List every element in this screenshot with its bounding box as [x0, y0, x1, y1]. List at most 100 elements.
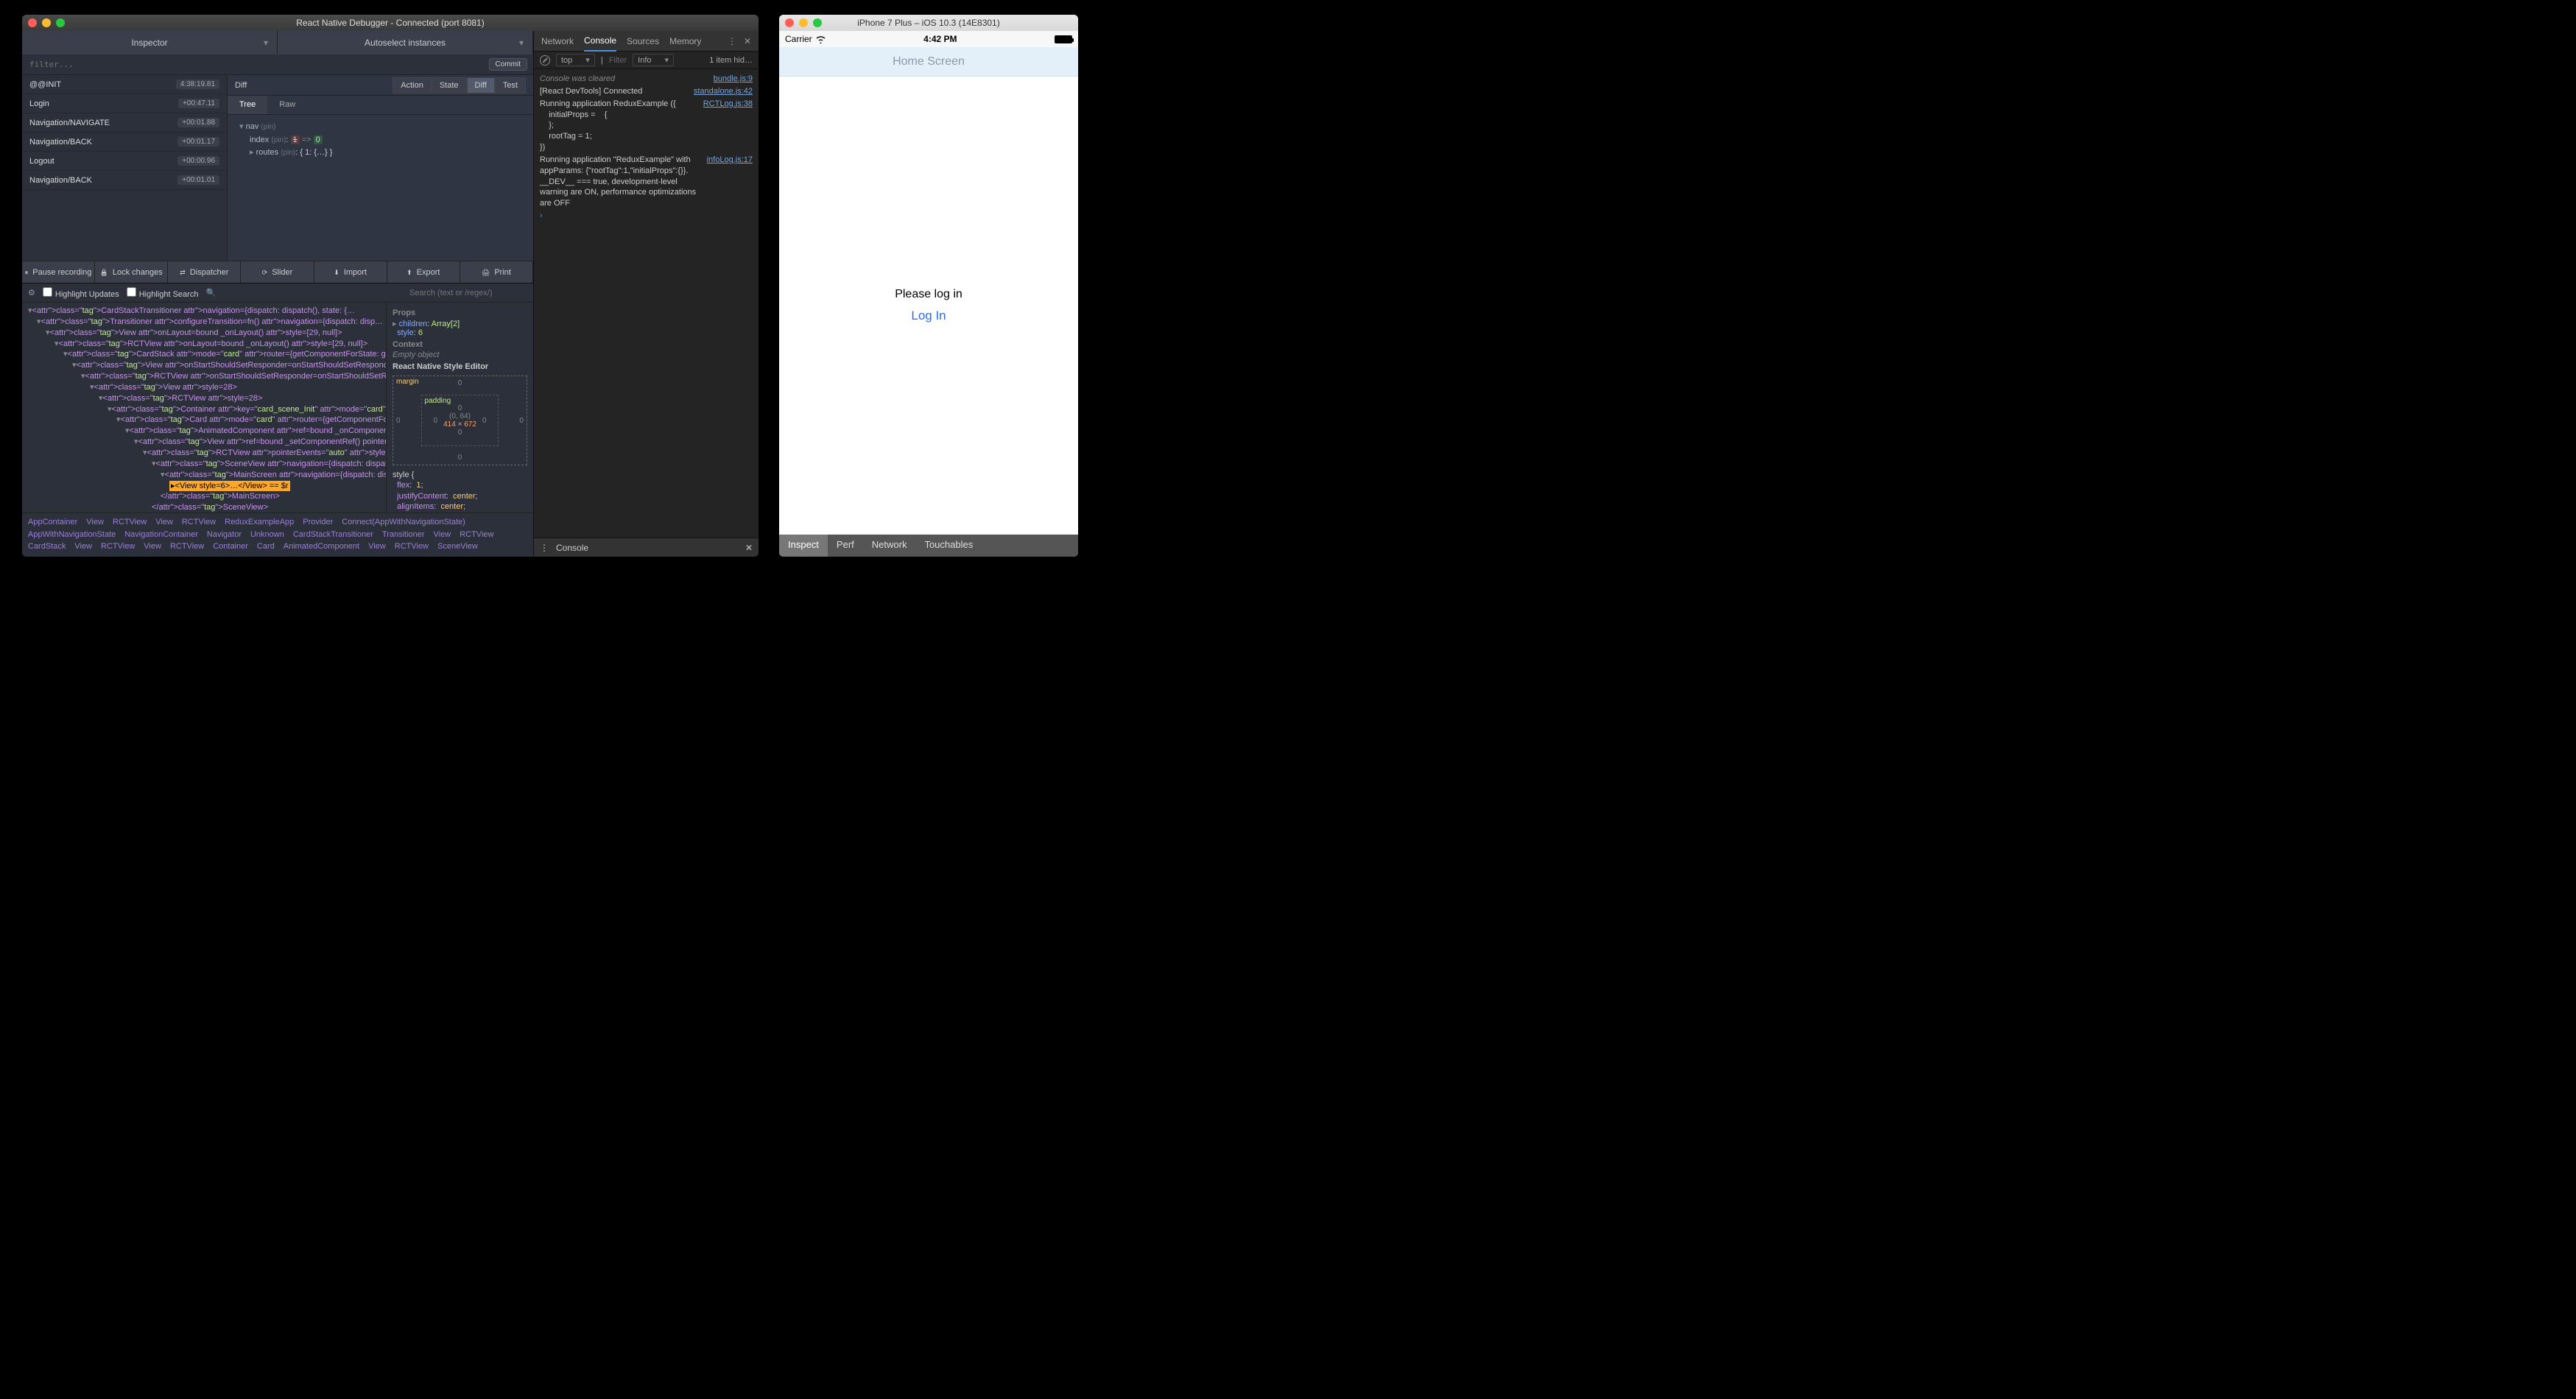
simulator-window: iPhone 7 Plus – iOS 10.3 (14E8301) Carri…	[779, 15, 1078, 557]
context-header: Context	[393, 340, 527, 349]
zoom-icon[interactable]	[56, 18, 65, 27]
export-button[interactable]: Export	[387, 261, 460, 283]
timestamp: +00:01.17	[177, 137, 219, 147]
style-editor-header: React Native Style Editor	[393, 362, 527, 371]
inspector-label: Inspector	[131, 38, 167, 48]
kebab-icon[interactable]	[540, 543, 549, 553]
debugger-titlebar[interactable]: React Native Debugger - Connected (port …	[22, 15, 759, 31]
inspector-dropdown[interactable]: Inspector	[22, 31, 278, 54]
close-icon[interactable]	[28, 18, 37, 27]
slider-icon	[262, 268, 268, 277]
gear-icon[interactable]	[28, 288, 35, 297]
tab-console[interactable]: Console	[584, 31, 616, 52]
tree-node[interactable]: nav (pin)	[239, 121, 526, 134]
tab-touchables[interactable]: Touchables	[915, 535, 982, 557]
elements-tree[interactable]: ▾<attr">class="tag">CardStackTransitione…	[22, 303, 386, 512]
tab-perf[interactable]: Perf	[828, 535, 863, 557]
props-header: Props	[393, 309, 527, 317]
dispatch-icon	[180, 268, 186, 277]
instance-dropdown[interactable]: Autoselect instances	[278, 31, 533, 54]
devtools-drawer: Console	[534, 538, 759, 557]
label: Export	[417, 268, 440, 277]
pause-button[interactable]: Pause recording	[22, 261, 95, 283]
filter-input[interactable]: Filter	[609, 56, 627, 65]
value: 6	[418, 328, 423, 337]
tab-network[interactable]: Network	[541, 32, 574, 51]
seg-diff[interactable]: Diff	[467, 77, 495, 94]
battery-icon	[1055, 35, 1072, 43]
commit-button[interactable]: Commit	[489, 58, 527, 71]
label: Pause recording	[32, 268, 91, 277]
prop-row[interactable]: children: Array[2]	[393, 319, 527, 328]
action-row[interactable]: Login+00:47.11	[22, 94, 227, 113]
tab-sources[interactable]: Sources	[627, 32, 659, 51]
action-list: @@INIT4:38:19.81 Login+00:47.11 Navigati…	[22, 75, 227, 261]
slider-button[interactable]: Slider	[241, 261, 314, 283]
tab-network[interactable]: Network	[863, 535, 916, 557]
console-output[interactable]: Console was clearedbundle.js:9[React Dev…	[534, 69, 759, 538]
highlight-search-toggle[interactable]: Highlight Search	[127, 287, 199, 299]
minimize-icon[interactable]	[42, 18, 51, 27]
seg-test[interactable]: Test	[495, 77, 526, 94]
nav-header: Home Screen	[779, 47, 1078, 77]
label: Highlight Search	[139, 290, 199, 299]
margin-label: margin	[396, 378, 419, 386]
carrier-label: Carrier	[785, 34, 812, 44]
breadcrumb[interactable]: AppContainerViewRCTViewViewRCTViewReduxE…	[22, 512, 533, 557]
value: Array[2]	[432, 320, 460, 328]
tree-node[interactable]: index (pin): 1 => 0	[250, 134, 526, 147]
react-main: ▾<attr">class="tag">CardStackTransitione…	[22, 303, 533, 512]
action-name: Logout	[29, 157, 54, 166]
tab-inspect[interactable]: Inspect	[779, 535, 828, 557]
label: Print	[494, 268, 511, 277]
timestamp: +00:01.88	[177, 118, 219, 127]
close-icon[interactable]	[745, 543, 753, 553]
close-icon[interactable]	[744, 32, 751, 51]
seg-state[interactable]: State	[432, 77, 467, 94]
pause-icon	[25, 268, 29, 277]
padding-bottom: 0	[434, 429, 487, 437]
tab-memory[interactable]: Memory	[669, 32, 701, 51]
filter-input[interactable]	[22, 60, 489, 69]
tree-node[interactable]: routes (pin): { 1: {…} }	[250, 147, 526, 160]
margin-left: 0	[396, 417, 401, 425]
redux-footer: Pause recording Lock changes Dispatcher …	[22, 261, 533, 283]
minimize-icon[interactable]	[799, 18, 808, 27]
old-value: 1	[291, 135, 300, 144]
upload-icon	[407, 268, 412, 277]
search-input[interactable]	[409, 289, 527, 297]
subtab-raw[interactable]: Raw	[267, 96, 307, 114]
close-icon[interactable]	[785, 18, 794, 27]
action-row[interactable]: Navigation/BACK+00:01.01	[22, 171, 227, 190]
action-row[interactable]: Navigation/NAVIGATE +00:01.88	[22, 113, 227, 133]
print-button[interactable]: Print	[460, 261, 533, 283]
style-block: style { flex: 1; justifyContent: center;…	[393, 470, 527, 512]
kebab-icon[interactable]	[728, 32, 736, 51]
diff-pane: Diff Action State Diff Test Tree Raw	[227, 75, 533, 261]
action-row[interactable]: Navigation/BACK+00:01.17	[22, 133, 227, 152]
simulator-titlebar[interactable]: iPhone 7 Plus – iOS 10.3 (14E8301)	[779, 15, 1078, 31]
console-toolbar: top | Filter Info 1 item hid…	[534, 52, 759, 69]
seg-action[interactable]: Action	[393, 77, 432, 94]
chevron-down-icon	[264, 38, 268, 48]
label: top	[561, 56, 572, 65]
zoom-icon[interactable]	[813, 18, 822, 27]
lock-button[interactable]: Lock changes	[95, 261, 168, 283]
pin-label: (pin)	[271, 136, 286, 144]
subtab-tree[interactable]: Tree	[228, 96, 267, 114]
import-button[interactable]: Import	[314, 261, 387, 283]
action-row[interactable]: @@INIT4:38:19.81	[22, 75, 227, 94]
login-link[interactable]: Log In	[911, 309, 946, 323]
level-select[interactable]: Info	[633, 54, 674, 66]
drawer-label[interactable]: Console	[556, 543, 588, 553]
props-pane: Props children: Array[2] style: 6 Contex…	[386, 303, 533, 512]
action-name: Navigation/NAVIGATE	[29, 119, 110, 127]
context-select[interactable]: top	[556, 54, 595, 66]
highlight-updates-toggle[interactable]: Highlight Updates	[43, 287, 119, 299]
download-icon	[334, 268, 339, 277]
redux-filter-bar: Commit	[22, 54, 533, 75]
clear-icon[interactable]	[540, 55, 550, 66]
action-row[interactable]: Logout+00:00.96	[22, 152, 227, 171]
prop-row[interactable]: style: 6	[393, 328, 527, 337]
dispatcher-button[interactable]: Dispatcher	[168, 261, 241, 283]
